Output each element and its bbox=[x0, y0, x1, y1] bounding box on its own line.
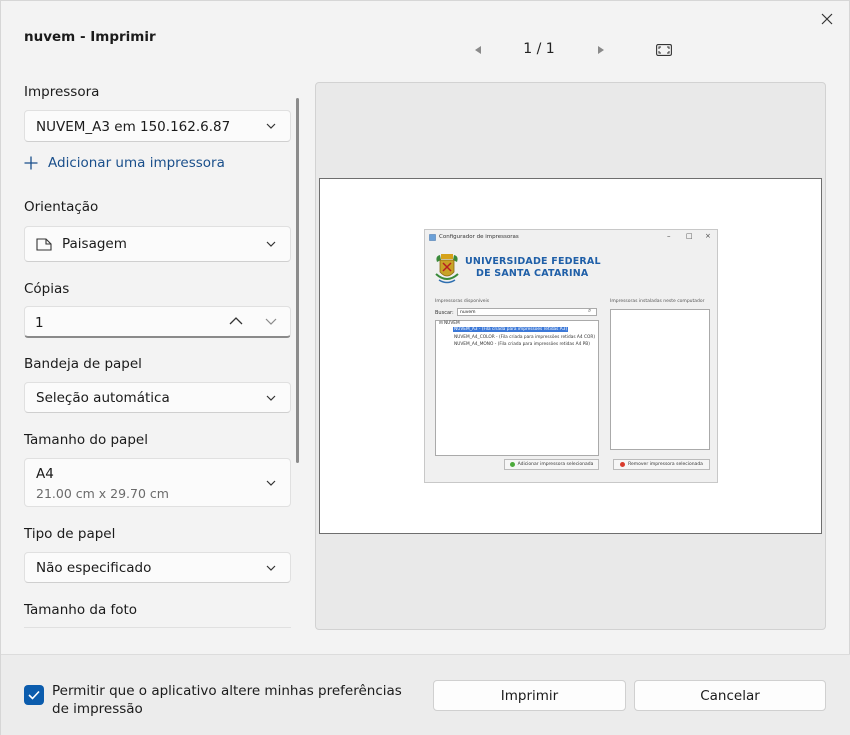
fit-page-button[interactable] bbox=[653, 39, 675, 61]
chevron-up-icon[interactable] bbox=[228, 314, 244, 328]
tree-item: NUVEM_A4_COLOR - (Fila criada para impre… bbox=[454, 335, 596, 340]
copies-label: Cópias bbox=[24, 281, 70, 297]
minimize-icon: – bbox=[667, 232, 671, 240]
print-dialog: nuvem - Imprimir 1 / 1 Impressora NUVEM_… bbox=[0, 0, 850, 735]
available-printers-list bbox=[435, 320, 599, 456]
tree-root: ⊟ NUVEM bbox=[439, 321, 460, 326]
add-selected-printer-label: Adicionar impressora selecionada bbox=[517, 462, 594, 467]
chevron-down-icon bbox=[266, 123, 276, 129]
print-button[interactable]: Imprimir bbox=[433, 680, 626, 711]
tree-item: NUVEM_A3 - (Fila criada para impressões … bbox=[453, 327, 569, 332]
close-icon bbox=[821, 13, 833, 25]
paper-tray-label: Bandeja de papel bbox=[24, 356, 142, 372]
chevron-down-icon bbox=[266, 395, 276, 401]
paper-size-label: Tamanho do papel bbox=[24, 432, 148, 448]
copies-value: 1 bbox=[35, 315, 44, 331]
page-indicator: 1 / 1 bbox=[523, 41, 555, 57]
paper-type-value: Não especificado bbox=[36, 560, 152, 576]
orientation-select[interactable]: Paisagem bbox=[24, 226, 291, 262]
preview-window-title: Configurador de impressoras bbox=[439, 234, 519, 240]
paper-type-label: Tipo de papel bbox=[24, 526, 116, 542]
dialog-title: nuvem - Imprimir bbox=[24, 29, 156, 45]
search-input: nuvem bbox=[457, 308, 597, 316]
search-icon: ⌕ bbox=[588, 307, 592, 314]
orientation-value: Paisagem bbox=[62, 236, 127, 252]
search-label: Buscar: bbox=[435, 310, 454, 316]
chevron-down-icon bbox=[266, 241, 276, 247]
app-window-icon bbox=[429, 234, 436, 241]
paper-size-detail: 21.00 cm x 29.70 cm bbox=[36, 486, 169, 501]
checkmark-icon bbox=[28, 690, 40, 700]
photo-size-label: Tamanho da foto bbox=[24, 602, 138, 618]
close-icon: × bbox=[705, 232, 711, 240]
paper-type-select[interactable]: Não especificado bbox=[24, 552, 291, 583]
add-printer-link[interactable]: Adicionar uma impressora bbox=[24, 155, 225, 171]
next-page-button[interactable] bbox=[591, 39, 609, 61]
orientation-label: Orientação bbox=[24, 199, 99, 215]
fit-page-icon bbox=[656, 44, 672, 56]
add-printer-label: Adicionar uma impressora bbox=[48, 155, 225, 171]
cancel-button[interactable]: Cancelar bbox=[634, 680, 826, 711]
tree-root-label: NUVEM bbox=[443, 321, 460, 326]
allow-app-preferences-checkbox[interactable] bbox=[24, 685, 44, 705]
copies-stepper[interactable]: 1 bbox=[24, 306, 291, 338]
remove-selected-printer-button: Remover impressora selecionada bbox=[613, 459, 710, 470]
chevron-down-icon bbox=[266, 480, 276, 486]
remove-selected-printer-label: Remover impressora selecionada bbox=[628, 462, 703, 467]
ufsc-crest-icon bbox=[435, 254, 459, 284]
remove-icon bbox=[620, 462, 626, 467]
paper-size-value: A4 bbox=[36, 466, 54, 482]
tree-item: NUVEM_A4_MONO - (Fila criada para impres… bbox=[454, 342, 590, 347]
paper-size-select[interactable]: A4 21.00 cm x 29.70 cm bbox=[24, 458, 291, 507]
settings-scrollbar[interactable] bbox=[296, 98, 299, 463]
close-button[interactable] bbox=[813, 7, 841, 31]
plus-icon bbox=[24, 156, 38, 170]
printer-select[interactable]: NUVEM_A3 em 150.162.6.87 bbox=[24, 110, 291, 142]
university-name-line1: UNIVERSIDADE FEDERAL bbox=[465, 256, 601, 267]
triangle-right-icon bbox=[597, 46, 604, 54]
paper-tray-value: Seleção automática bbox=[36, 390, 170, 406]
chevron-down-icon[interactable] bbox=[263, 314, 279, 328]
installed-printers-list bbox=[610, 309, 710, 450]
add-selected-printer-button: Adicionar impressora selecionada bbox=[504, 459, 599, 470]
landscape-page-icon bbox=[36, 238, 52, 251]
printer-label: Impressora bbox=[24, 84, 100, 100]
available-printers-label: Impressoras disponíveis bbox=[435, 299, 490, 304]
paper-tray-select[interactable]: Seleção automática bbox=[24, 382, 291, 413]
triangle-left-icon bbox=[474, 46, 481, 54]
preview-screenshot: Configurador de impressoras – □ × UNIVER… bbox=[424, 229, 718, 483]
printer-value: NUVEM_A3 em 150.162.6.87 bbox=[36, 119, 231, 135]
university-name-line2: DE SANTA CATARINA bbox=[476, 268, 589, 279]
chevron-down-icon bbox=[266, 565, 276, 571]
add-icon bbox=[509, 462, 515, 467]
maximize-icon: □ bbox=[686, 232, 693, 240]
allow-app-preferences-label: Permitir que o aplicativo altere minhas … bbox=[52, 683, 402, 717]
previous-page-button[interactable] bbox=[469, 39, 487, 61]
photo-size-select-edge bbox=[24, 627, 291, 628]
installed-printers-label: Impressoras instaladas neste computador bbox=[610, 299, 705, 304]
